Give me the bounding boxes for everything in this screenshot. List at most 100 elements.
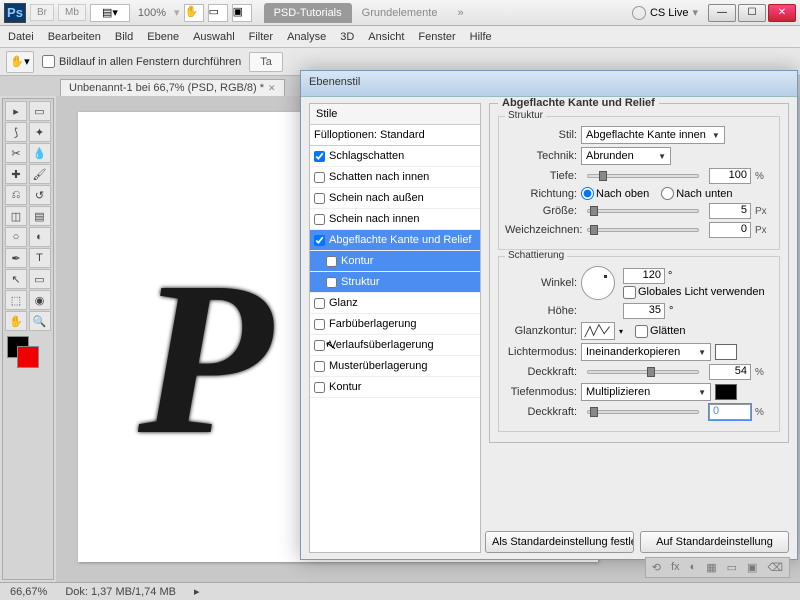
hand-tool[interactable]: ✋ [5, 311, 27, 331]
active-tool-icon[interactable]: ✋▾ [6, 51, 34, 73]
trash-icon[interactable]: ⌫ [767, 561, 783, 574]
history-tool[interactable]: ↺ [29, 185, 51, 205]
menu-datei[interactable]: Datei [8, 31, 34, 43]
menu-fenster[interactable]: Fenster [418, 31, 455, 43]
opt-button-ta[interactable]: Ta [249, 52, 283, 72]
workspace-more[interactable]: » [447, 3, 473, 23]
lichtermodus-select[interactable]: Ineinanderkopieren▼ [581, 343, 711, 361]
style-row-5[interactable]: Kontur [310, 251, 480, 272]
highlight-color[interactable] [715, 344, 737, 360]
lasso-tool[interactable]: ⟆ [5, 122, 27, 142]
richtung-up[interactable]: Nach oben [581, 187, 649, 200]
style-row-0[interactable]: Schlagschatten [310, 146, 480, 167]
ps-logo: Ps [4, 3, 26, 23]
link-icon[interactable]: ⟲ [652, 561, 661, 574]
document-tab[interactable]: Unbenannt-1 bei 66,7% (PSD, RGB/8) *✕ [60, 79, 285, 96]
hand-tool-button[interactable]: ✋ [184, 4, 204, 22]
color-swatches[interactable] [5, 336, 51, 376]
groesse-input[interactable]: 5 [709, 203, 751, 219]
folder-icon[interactable]: ▭ [727, 561, 737, 574]
angle-control[interactable] [581, 266, 615, 300]
shadow-color[interactable] [715, 384, 737, 400]
3d-tool[interactable]: ⬚ [5, 290, 27, 310]
style-row-8[interactable]: Farbüberlagerung [310, 314, 480, 335]
glanzkontur-picker[interactable] [581, 322, 615, 340]
tiefe-slider[interactable] [587, 174, 699, 178]
glaetten-check[interactable]: Glätten [635, 325, 685, 338]
eyedrop-tool[interactable]: 💧 [29, 143, 51, 163]
dodge-tool[interactable]: ◐ [29, 227, 51, 247]
style-row-1[interactable]: Schatten nach innen [310, 167, 480, 188]
style-row-10[interactable]: Musterüberlagerung [310, 356, 480, 377]
background-swatch[interactable] [17, 346, 39, 368]
stamp-tool[interactable]: ⎌ [5, 185, 27, 205]
winkel-input[interactable]: 120 [623, 268, 665, 284]
eraser-tool[interactable]: ◫ [5, 206, 27, 226]
wand-tool[interactable]: ✦ [29, 122, 51, 142]
style-row-11[interactable]: Kontur [310, 377, 480, 398]
menu-auswahl[interactable]: Auswahl [193, 31, 235, 43]
deck1-input[interactable]: 54 [709, 364, 751, 380]
gradient-tool[interactable]: ▤ [29, 206, 51, 226]
weich-slider[interactable] [587, 228, 699, 232]
style-row-6[interactable]: Struktur [310, 272, 480, 293]
scroll-all-checkbox[interactable]: Bildlauf in allen Fenstern durchführen [42, 55, 241, 68]
close-button[interactable]: ✕ [768, 4, 796, 22]
pen-tool[interactable]: ✒ [5, 248, 27, 268]
technik-select[interactable]: Abrunden▼ [581, 147, 671, 165]
style-row-7[interactable]: Glanz [310, 293, 480, 314]
view-full-button[interactable]: ▣ [232, 4, 252, 22]
crop-tool[interactable]: ✂ [5, 143, 27, 163]
menu-bild[interactable]: Bild [115, 31, 133, 43]
menu-3d[interactable]: 3D [340, 31, 354, 43]
menu-ebene[interactable]: Ebene [147, 31, 179, 43]
mask-icon[interactable]: ◐ [690, 561, 697, 574]
menu-analyse[interactable]: Analyse [287, 31, 326, 43]
menu-ansicht[interactable]: Ansicht [368, 31, 404, 43]
stil-select[interactable]: Abgeflachte Kante innen▼ [581, 126, 725, 144]
set-default-button[interactable]: Als Standardeinstellung festlegen [485, 531, 634, 553]
view-combo[interactable]: ▤▾ [90, 4, 130, 22]
menu-hilfe[interactable]: Hilfe [470, 31, 492, 43]
tiefenmodus-select[interactable]: Multiplizieren▼ [581, 383, 711, 401]
fill-options-row[interactable]: Fülloptionen: Standard [310, 125, 480, 146]
status-zoom[interactable]: 66,67% [10, 586, 47, 598]
deck2-slider[interactable] [587, 410, 699, 414]
menu-bearbeiten[interactable]: Bearbeiten [48, 31, 101, 43]
path-tool[interactable]: ↖ [5, 269, 27, 289]
zoom-tool[interactable]: 🔍 [29, 311, 51, 331]
shape-tool[interactable]: ▭ [29, 269, 51, 289]
style-row-3[interactable]: Schein nach innen [310, 209, 480, 230]
groesse-slider[interactable] [587, 209, 699, 213]
workspace-tab-psdtutorials[interactable]: PSD-Tutorials [264, 3, 352, 23]
move-tool[interactable]: ▸ [5, 101, 27, 121]
global-light-check[interactable]: Globales Licht verwenden [623, 286, 765, 299]
brush-tool[interactable]: 🖌 [29, 164, 51, 184]
fx-icon[interactable]: fx [671, 561, 680, 574]
maximize-button[interactable]: ☐ [738, 4, 766, 22]
menu-filter[interactable]: Filter [249, 31, 273, 43]
hoehe-input[interactable]: 35 [623, 303, 665, 319]
cslive-label[interactable]: CS Live [650, 7, 689, 19]
newlayer-icon[interactable]: ▣ [747, 561, 757, 574]
weich-input[interactable]: 0 [709, 222, 751, 238]
deck2-input[interactable]: 0 [709, 404, 751, 420]
camera-tool[interactable]: ◉ [29, 290, 51, 310]
type-tool[interactable]: T [29, 248, 51, 268]
style-row-9[interactable]: Verlaufsüberlagerung [310, 335, 480, 356]
blur-tool[interactable]: ○ [5, 227, 27, 247]
dialog-title[interactable]: Ebenenstil [301, 71, 797, 97]
view-rect-button[interactable]: ▭ [208, 4, 228, 22]
workspace-tab-grundelemente[interactable]: Grundelemente [352, 3, 448, 23]
reset-default-button[interactable]: Auf Standardeinstellung [640, 531, 789, 553]
adjust-icon[interactable]: ▦ [706, 561, 716, 574]
deck1-slider[interactable] [587, 370, 699, 374]
marquee-tool[interactable]: ▭ [29, 101, 51, 121]
heal-tool[interactable]: ✚ [5, 164, 27, 184]
tiefe-input[interactable]: 100 [709, 168, 751, 184]
style-row-2[interactable]: Schein nach außen [310, 188, 480, 209]
richtung-down[interactable]: Nach unten [661, 187, 732, 200]
close-tab-icon[interactable]: ✕ [268, 83, 276, 94]
minimize-button[interactable]: — [708, 4, 736, 22]
style-row-4[interactable]: Abgeflachte Kante und Relief [310, 230, 480, 251]
